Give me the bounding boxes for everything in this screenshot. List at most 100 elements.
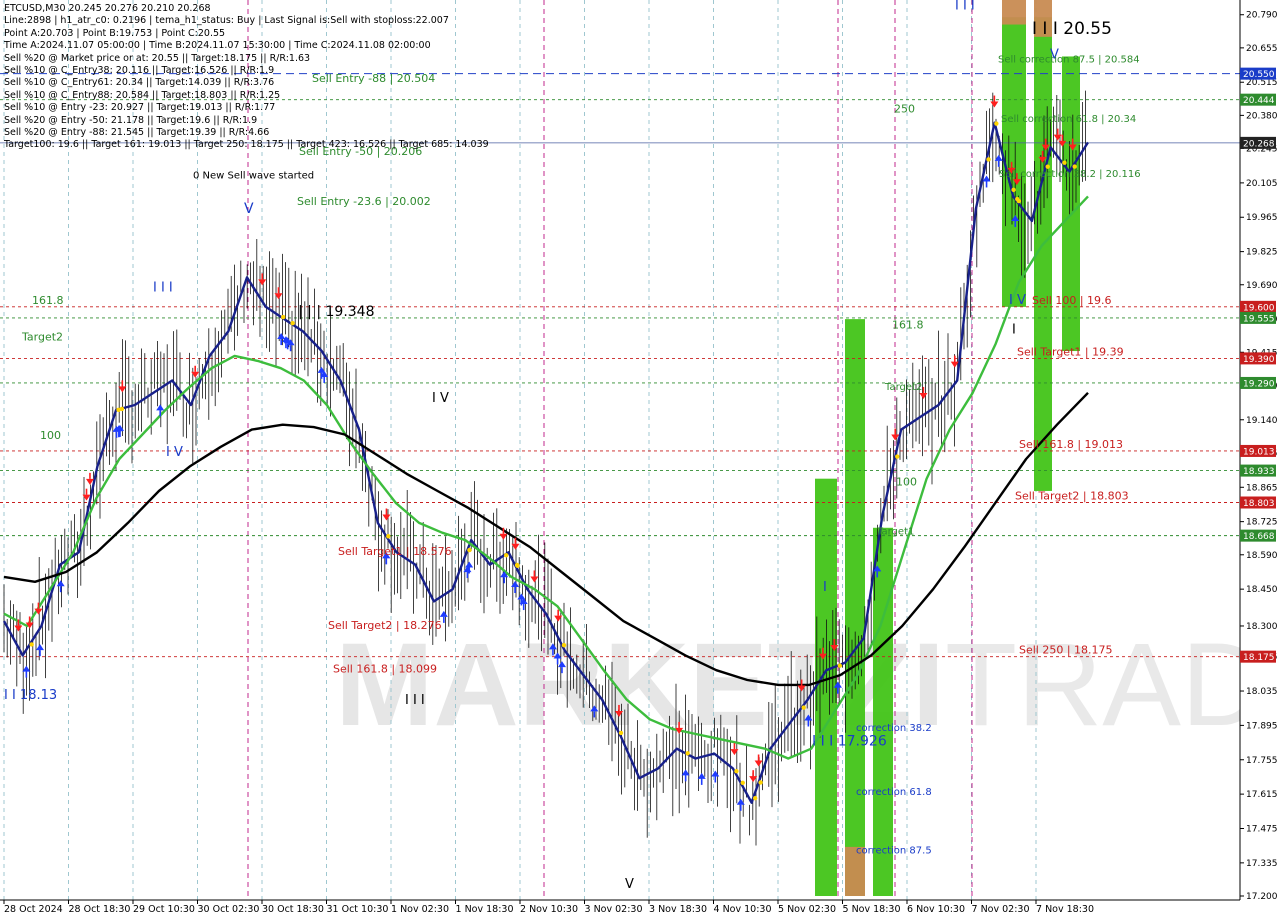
price-badge-label: 19.013 xyxy=(1243,447,1275,457)
chart-annotation: | | | 19.348 xyxy=(298,304,375,320)
price-badge-label: 19.290 xyxy=(1243,379,1275,389)
star-marker xyxy=(1062,160,1067,165)
star-marker xyxy=(290,321,295,326)
price-badge-label: 20.550 xyxy=(1243,70,1275,80)
price-tick-label: 17.755 xyxy=(1246,756,1278,766)
info-line: Sell %10 @ C_Entry61: 20.34 || Target:14… xyxy=(4,77,275,89)
price-badge-label: 19.555 xyxy=(1243,314,1275,324)
time-tick-label: 7 Nov 02:30 xyxy=(972,904,1030,915)
price-tick-label: 20.105 xyxy=(1246,179,1278,189)
chart-annotation: Sell 100 | 19.6 xyxy=(1032,294,1112,307)
price-tick-label: 18.300 xyxy=(1246,622,1278,632)
chart-annotation: Target1 xyxy=(876,527,914,538)
chart-annotation: I I I xyxy=(153,281,173,296)
price-badge-label: 18.933 xyxy=(1243,467,1275,477)
time-tick-label: 5 Nov 18:30 xyxy=(843,904,901,915)
star-marker xyxy=(734,768,739,774)
time-tick-label: 3 Nov 18:30 xyxy=(649,904,707,915)
chart-annotation: Sell Entry -23.6 | 20.002 xyxy=(297,195,431,208)
info-line: Line:2898 | h1_atr_c0: 0.2196 | tema_h1_… xyxy=(4,15,449,27)
info-line: Time A:2024.11.07 05:00:00 | Time B:2024… xyxy=(4,40,431,52)
price-tick-label: 17.200 xyxy=(1246,892,1278,902)
chart-annotation: I xyxy=(823,580,827,595)
time-tick-label: 28 Oct 2024 xyxy=(4,904,63,915)
star-marker xyxy=(1072,164,1077,169)
star-marker xyxy=(280,314,286,320)
fib-zone-bar xyxy=(1002,0,1026,25)
price-tick-label: 19.825 xyxy=(1246,248,1278,258)
chart-annotation: I V xyxy=(1009,293,1026,308)
chart-annotation: 250 xyxy=(894,102,915,115)
star-marker xyxy=(758,780,763,785)
star-marker xyxy=(29,642,34,647)
price-badge-label: 18.803 xyxy=(1243,499,1275,509)
chart-annotation: correction 38.2 xyxy=(856,723,932,734)
star-marker xyxy=(386,534,391,539)
watermark-text-2: TRADE xyxy=(945,619,1280,751)
chart-annotation: 100 xyxy=(40,429,61,442)
chart-annotation: Target2 xyxy=(884,382,922,393)
time-tick-label: 5 Nov 02:30 xyxy=(778,904,836,915)
chart-annotation: 0 New Sell wave started xyxy=(193,171,314,182)
info-panel: ETCUSD,M30 20.245 20.276 20.210 20.268 Li… xyxy=(4,3,489,152)
chart-annotation: I V xyxy=(166,445,183,460)
chart-annotation: Sell Target2 | 18.803 xyxy=(1015,489,1129,502)
star-marker xyxy=(685,751,690,756)
star-marker xyxy=(801,705,806,710)
time-tick-label: 1 Nov 18:30 xyxy=(456,904,514,915)
chart-annotation: I V xyxy=(432,391,449,406)
time-tick-label: 31 Oct 10:30 xyxy=(327,904,389,915)
chart-annotation: correction 61.8 xyxy=(856,787,932,798)
star-marker xyxy=(837,663,843,668)
time-tick-label: 30 Oct 02:30 xyxy=(198,904,260,915)
price-tick-label: 18.865 xyxy=(1246,483,1278,493)
price-badge-label: 18.668 xyxy=(1243,532,1275,542)
chart-annotation: correction 87.5 xyxy=(856,846,932,857)
price-tick-label: 17.475 xyxy=(1246,824,1278,834)
price-badge-label: 18.175 xyxy=(1243,653,1275,663)
chart-annotation: Sell 161.8 | 18.099 xyxy=(333,662,437,675)
chart-annotation: Target2 xyxy=(21,331,63,344)
chart-annotation: 161.8 xyxy=(32,294,64,307)
chart-annotation: 161.8 xyxy=(892,318,924,331)
price-tick-label: 20.790 xyxy=(1246,11,1278,21)
info-line: Sell %20 @ Entry -88: 21.545 || Target:1… xyxy=(4,126,270,138)
price-tick-label: 19.140 xyxy=(1246,416,1278,426)
time-tick-label: 1 Nov 02:30 xyxy=(391,904,449,915)
price-badge-label: 20.268 xyxy=(1243,139,1275,149)
time-tick-label: 4 Nov 10:30 xyxy=(714,904,772,915)
info-line: Sell %20 @ Entry -50: 21.178 || Target:1… xyxy=(4,114,258,126)
info-line: Sell %10 @ Entry -23: 20.927 || Target:1… xyxy=(4,102,276,114)
price-tick-label: 17.895 xyxy=(1246,721,1278,731)
star-marker xyxy=(1011,187,1016,193)
price-tick-label: 19.690 xyxy=(1246,281,1278,291)
star-marker xyxy=(986,157,991,162)
time-tick-label: 30 Oct 18:30 xyxy=(262,904,324,915)
price-tick-label: 17.615 xyxy=(1246,790,1278,800)
time-tick-label: 6 Nov 10:30 xyxy=(907,904,965,915)
chart-annotation: Sell Target1 | 19.39 xyxy=(1017,345,1124,358)
chart-annotation: Sell Target2 | 18.276 xyxy=(328,619,442,632)
info-line: ETCUSD,M30 20.245 20.276 20.210 20.268 xyxy=(4,3,211,14)
chart-annotation: Sell Target1 | 18.576 xyxy=(338,545,452,558)
fib-zone-bar xyxy=(845,319,865,896)
chart-annotation: I I 18.13 xyxy=(4,688,57,703)
chart-annotation: I I I xyxy=(955,0,975,13)
star-marker xyxy=(618,730,624,736)
chart-annotation: Sell 250 | 18.175 xyxy=(1019,644,1113,657)
info-line: Sell %10 @ C_Entry38: 20.116 || Target:1… xyxy=(4,64,275,76)
price-tick-label: 20.380 xyxy=(1246,111,1278,121)
price-badge-label: 19.390 xyxy=(1243,355,1275,365)
price-badge-label: 20.444 xyxy=(1243,96,1275,106)
star-marker xyxy=(895,454,900,459)
time-tick-label: 29 Oct 10:30 xyxy=(133,904,195,915)
price-tick-label: 17.335 xyxy=(1246,859,1278,869)
chart-annotation: V xyxy=(625,877,634,892)
price-tick-label: 18.725 xyxy=(1246,518,1278,528)
time-tick-label: 7 Nov 18:30 xyxy=(1036,904,1094,915)
star-marker xyxy=(467,547,472,553)
price-tick-label: 18.035 xyxy=(1246,687,1278,697)
star-marker xyxy=(515,563,520,568)
chart-annotation: Sell correction 87.5 | 20.584 xyxy=(998,54,1140,65)
chart-annotation: I I I xyxy=(405,693,425,708)
